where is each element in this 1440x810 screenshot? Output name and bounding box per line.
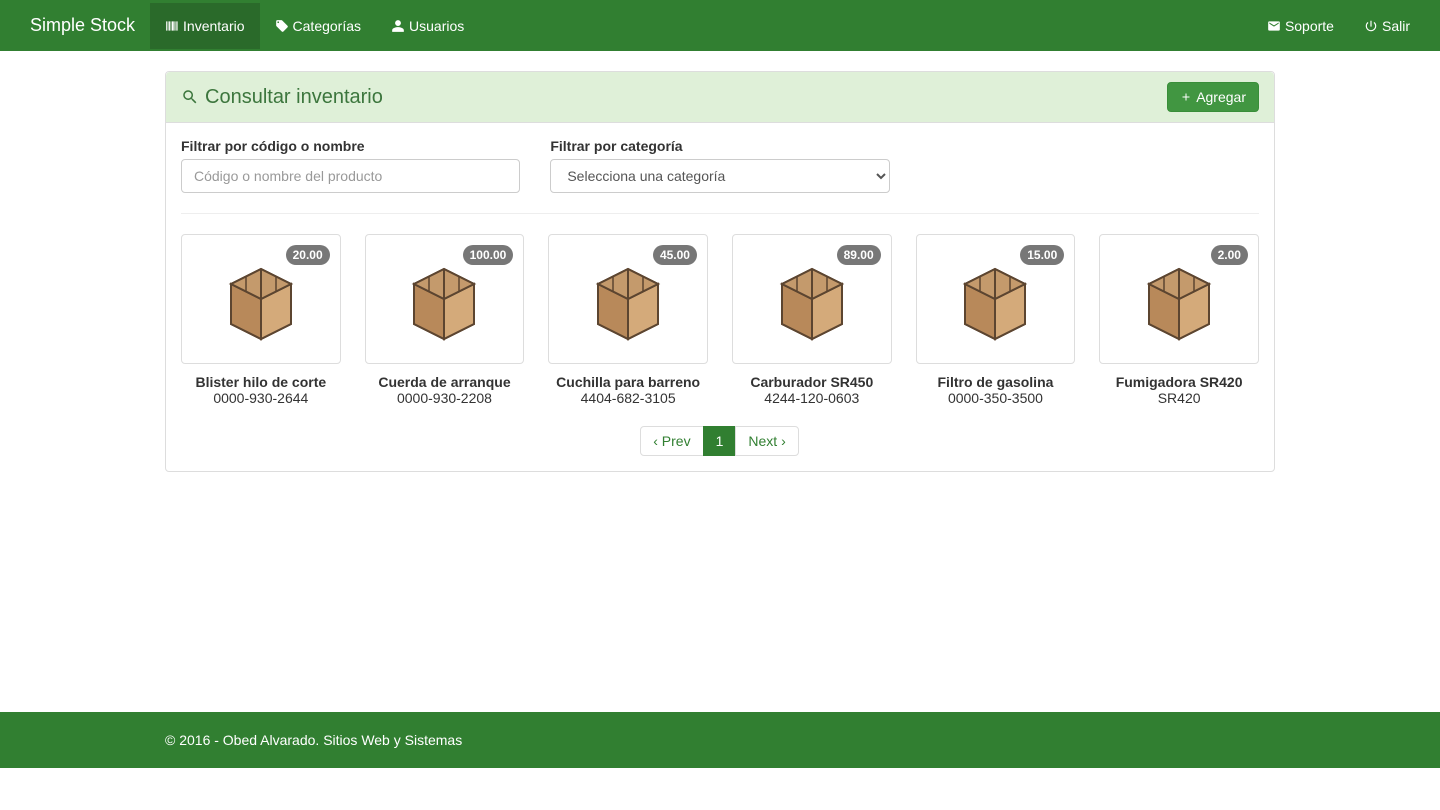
nav-categorias[interactable]: Categorías: [260, 3, 376, 49]
product-card[interactable]: 15.00 Filtro de gasolina0000-350-3500: [916, 234, 1076, 406]
page-next[interactable]: Next ›: [735, 426, 798, 456]
product-name: Cuerda de arranque: [365, 374, 525, 390]
panel-body: Filtrar por código o nombre Filtrar por …: [166, 123, 1274, 471]
footer-text: © 2016 - Obed Alvarado. Sitios Web y Sis…: [150, 732, 1290, 748]
product-card[interactable]: 100.00 Cuerda de arranque0000-930-2208: [365, 234, 525, 406]
filter-name-group: Filtrar por código o nombre: [181, 138, 520, 193]
product-code: 0000-930-2208: [365, 390, 525, 406]
qty-badge: 89.00: [837, 245, 881, 265]
product-card[interactable]: 89.00 Carburador SR4504244-120-0603: [732, 234, 892, 406]
panel-title: Consultar inventario: [181, 86, 383, 109]
qty-badge: 15.00: [1020, 245, 1064, 265]
filter-category-label: Filtrar por categoría: [550, 138, 889, 154]
product-name: Blister hilo de corte: [181, 374, 341, 390]
product-card[interactable]: 45.00 Cuchilla para barreno4404-682-3105: [548, 234, 708, 406]
product-thumbnail: 89.00: [732, 234, 892, 364]
filter-row: Filtrar por código o nombre Filtrar por …: [181, 138, 1259, 193]
product-code: 4244-120-0603: [732, 390, 892, 406]
nav-salir[interactable]: Salir: [1349, 3, 1425, 49]
box-icon: [1129, 249, 1229, 349]
product-code: 4404-682-3105: [548, 390, 708, 406]
product-code: 0000-350-3500: [916, 390, 1076, 406]
page-1[interactable]: 1: [703, 426, 737, 456]
qty-badge: 100.00: [463, 245, 514, 265]
tags-icon: [275, 19, 289, 33]
user-icon: [391, 19, 405, 33]
nav-inventario[interactable]: Inventario: [150, 3, 259, 49]
panel-heading: Consultar inventario Agregar: [166, 72, 1274, 123]
product-thumbnail: 100.00: [365, 234, 525, 364]
nav-soporte[interactable]: Soporte: [1252, 3, 1349, 49]
search-icon: [181, 88, 199, 106]
divider: [181, 213, 1259, 214]
page-prev[interactable]: ‹ Prev: [640, 426, 703, 456]
add-button[interactable]: Agregar: [1167, 82, 1259, 112]
qty-badge: 45.00: [653, 245, 697, 265]
nav-right: Soporte Salir: [1252, 3, 1425, 49]
navbar: Simple Stock Inventario Categorías Usuar…: [0, 0, 1440, 51]
qty-badge: 20.00: [286, 245, 330, 265]
filter-category-group: Filtrar por categoría Selecciona una cat…: [550, 138, 889, 193]
product-thumbnail: 45.00: [548, 234, 708, 364]
product-card[interactable]: 20.00 Blister hilo de corte0000-930-2644: [181, 234, 341, 406]
footer: © 2016 - Obed Alvarado. Sitios Web y Sis…: [0, 712, 1440, 768]
qty-badge: 2.00: [1211, 245, 1248, 265]
product-card[interactable]: 2.00 Fumigadora SR420SR420: [1099, 234, 1259, 406]
product-name: Carburador SR450: [732, 374, 892, 390]
main-container: Consultar inventario Agregar Filtrar por…: [150, 51, 1290, 512]
inventory-panel: Consultar inventario Agregar Filtrar por…: [165, 71, 1275, 472]
power-icon: [1364, 19, 1378, 33]
brand[interactable]: Simple Stock: [15, 0, 150, 51]
product-thumbnail: 15.00: [916, 234, 1076, 364]
pagination: ‹ Prev 1 Next ›: [181, 426, 1259, 456]
products-grid: 20.00 Blister hilo de corte0000-930-2644 1…: [181, 234, 1259, 406]
envelope-icon: [1267, 19, 1281, 33]
nav-left: Inventario Categorías Usuarios: [150, 3, 1252, 49]
plus-icon: [1180, 91, 1192, 103]
barcode-icon: [165, 19, 179, 33]
product-thumbnail: 20.00: [181, 234, 341, 364]
product-thumbnail: 2.00: [1099, 234, 1259, 364]
nav-usuarios[interactable]: Usuarios: [376, 3, 479, 49]
product-name: Fumigadora SR420: [1099, 374, 1259, 390]
product-name: Filtro de gasolina: [916, 374, 1076, 390]
filter-name-input[interactable]: [181, 159, 520, 193]
product-name: Cuchilla para barreno: [548, 374, 708, 390]
product-code: 0000-930-2644: [181, 390, 341, 406]
filter-category-select[interactable]: Selecciona una categoría: [550, 159, 889, 193]
filter-name-label: Filtrar por código o nombre: [181, 138, 520, 154]
product-code: SR420: [1099, 390, 1259, 406]
